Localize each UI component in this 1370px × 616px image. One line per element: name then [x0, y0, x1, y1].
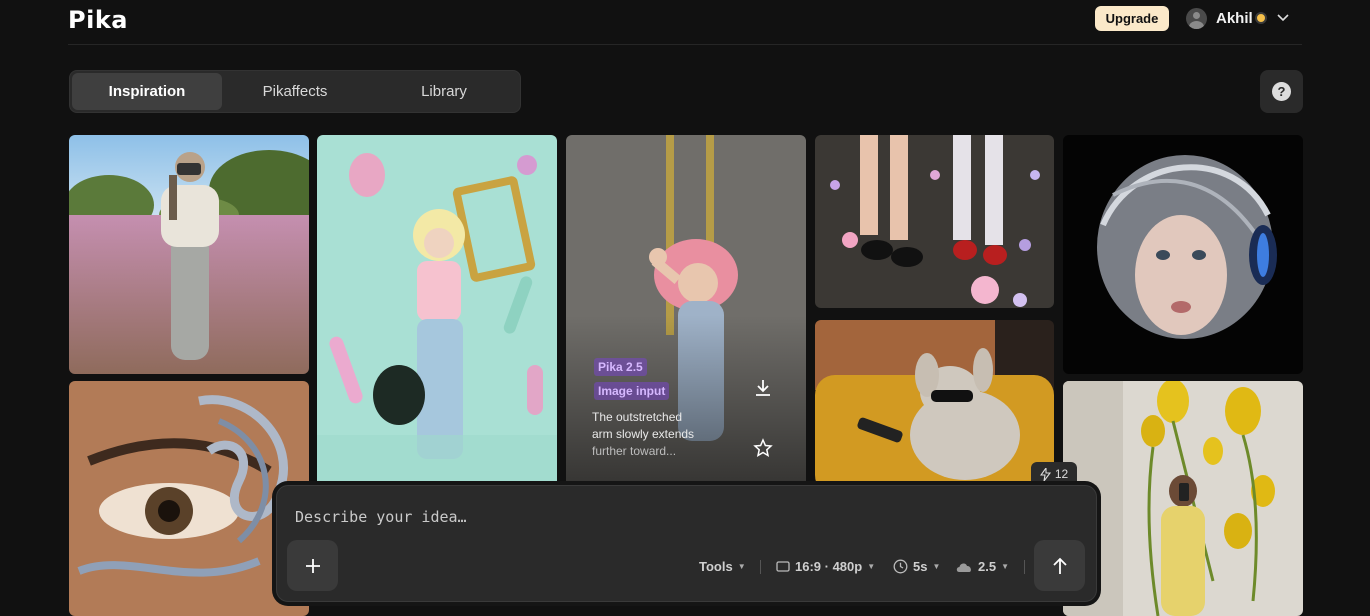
gallery-image [815, 320, 1054, 495]
help-button[interactable]: ? [1260, 70, 1303, 113]
gallery-item-bunny-sunglasses[interactable] [815, 320, 1054, 495]
gallery-item-photographer-field[interactable] [69, 135, 309, 374]
gallery-image [1063, 381, 1303, 616]
plus-icon [305, 558, 320, 573]
bolt-icon [1039, 467, 1051, 481]
gallery-image [1063, 135, 1303, 374]
pika-logo[interactable]: Pika [68, 6, 128, 34]
gallery-item-pink-hair-featured[interactable]: Pika 2.5 Image input The outstretched ar… [566, 135, 806, 495]
send-button[interactable] [1034, 540, 1085, 591]
prompt-composer: Tools ▼ 16:9 · 480p ▼ 5s ▼ 2.5 ▼ [276, 485, 1097, 602]
add-media-button[interactable] [287, 540, 338, 591]
gallery-item-legs-flowers[interactable] [815, 135, 1054, 308]
input-type-badge: Image input [594, 382, 670, 400]
credit-status-icon [1255, 12, 1267, 24]
chevron-down-icon: ▼ [932, 562, 941, 571]
aspect-ratio-dropdown[interactable]: 16:9 · 480p ▼ [776, 559, 875, 574]
description-line: further toward... [592, 444, 677, 458]
gallery-item-chrome-headphones[interactable] [1063, 135, 1303, 374]
help-icon: ? [1272, 82, 1291, 101]
tab-inspiration[interactable]: Inspiration [72, 73, 222, 110]
gallery-image [69, 135, 309, 374]
star-icon[interactable] [753, 438, 773, 458]
divider [1024, 560, 1025, 574]
model-dropdown[interactable]: 2.5 ▼ [956, 559, 1009, 574]
gallery-image [815, 135, 1054, 308]
tools-label: Tools [699, 559, 733, 574]
card-description: The outstretched arm slowly extends furt… [592, 409, 722, 460]
duration-label: 5s [913, 559, 928, 574]
gallery-item-floating-frame[interactable] [317, 135, 557, 495]
description-line: The outstretched [592, 410, 683, 424]
gallery-image [317, 135, 557, 495]
model-label: 2.5 [978, 559, 997, 574]
user-name[interactable]: Akhil [1216, 10, 1253, 27]
avatar[interactable] [1186, 8, 1207, 29]
upgrade-button[interactable]: Upgrade [1095, 6, 1169, 31]
model-cloud-icon [956, 562, 971, 572]
tab-pikaffects[interactable]: Pikaffects [220, 73, 370, 110]
aspect-label: 16:9 · 480p [795, 559, 863, 574]
credits-count: 12 [1054, 467, 1069, 481]
top-bar: Pika Upgrade Akhil [0, 0, 1370, 44]
model-badge: Pika 2.5 [594, 358, 647, 376]
tab-library[interactable]: Library [369, 73, 519, 110]
divider [760, 560, 761, 574]
chevron-down-icon: ▼ [867, 562, 876, 571]
clock-icon [893, 559, 908, 574]
tools-dropdown[interactable]: Tools ▼ [699, 559, 746, 574]
chevron-down-icon[interactable] [1276, 11, 1290, 25]
aspect-ratio-icon [776, 561, 790, 572]
duration-dropdown[interactable]: 5s ▼ [893, 559, 940, 574]
download-icon[interactable] [753, 378, 773, 398]
main-tabs: Inspiration Pikaffects Library [69, 70, 521, 113]
gallery-image [69, 381, 309, 616]
description-line: arm slowly extends [592, 427, 695, 441]
credits-chip: 12 [1031, 462, 1077, 486]
arrow-up-icon [1052, 557, 1067, 574]
chevron-down-icon: ▼ [737, 562, 746, 571]
gallery-item-eye-chrome[interactable] [69, 381, 309, 616]
chevron-down-icon: ▼ [1001, 562, 1009, 571]
header-divider [68, 44, 1302, 45]
prompt-input[interactable] [295, 506, 995, 528]
gallery-item-tulips-selfie[interactable] [1063, 381, 1303, 616]
